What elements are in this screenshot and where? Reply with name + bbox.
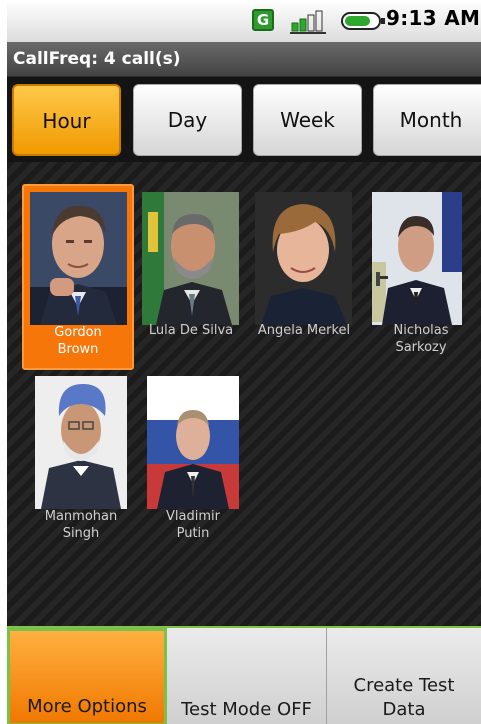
contact-photo (35, 376, 127, 509)
test-mode-button[interactable]: Test Mode OFF (167, 628, 327, 724)
phone-screen: G 9:13 AM CallFreq: 4 call(s) Hour Day W… (7, 0, 481, 724)
contact-angela-merkel[interactable]: Angela Merkel (252, 184, 356, 370)
contact-photo (30, 192, 127, 325)
options-menu: More Options Test Mode OFF Create Test D… (7, 626, 481, 724)
tab-week[interactable]: Week (253, 84, 362, 156)
contact-photo (142, 192, 239, 325)
contact-nicholas-sarkozy[interactable]: Nicholas Sarkozy (369, 184, 473, 370)
tab-month[interactable]: Month (373, 84, 481, 156)
g-notification-icon: G (252, 9, 274, 31)
status-time: 9:13 AM (386, 6, 481, 30)
contact-manmohan-singh[interactable]: Manmohan Singh (29, 370, 133, 556)
status-bar: G 9:13 AM (7, 0, 481, 42)
create-test-data-button[interactable]: Create Test Data (327, 628, 481, 724)
contact-gordon-brown[interactable]: Gordon Brown (22, 184, 134, 370)
contact-vladimir-putin[interactable]: Vladimir Putin (141, 370, 245, 556)
contact-name: Nicholas Sarkozy (393, 323, 449, 355)
contact-name: Vladimir Putin (166, 509, 220, 541)
time-range-tabs: Hour Day Week Month (7, 78, 481, 162)
contact-name: Angela Merkel (257, 323, 351, 338)
contact-lula-de-silva[interactable]: Lula De Silva (139, 184, 243, 370)
battery-icon (341, 12, 385, 30)
contact-grid: Gordon Brown Lula De Silva Angela Merkel… (7, 162, 481, 626)
contact-photo (372, 192, 462, 325)
contact-photo (147, 376, 239, 509)
more-options-button[interactable]: More Options (7, 628, 167, 724)
contact-name: Gordon Brown (54, 325, 102, 357)
contact-name: Lula De Silva (148, 323, 234, 338)
tab-hour[interactable]: Hour (12, 84, 121, 156)
signal-icon (290, 10, 326, 34)
page-title: CallFreq: 4 call(s) (13, 49, 181, 69)
title-bar: CallFreq: 4 call(s) (7, 42, 481, 77)
contact-photo (255, 192, 352, 325)
contact-name: Manmohan Singh (44, 509, 118, 541)
tab-day[interactable]: Day (133, 84, 242, 156)
